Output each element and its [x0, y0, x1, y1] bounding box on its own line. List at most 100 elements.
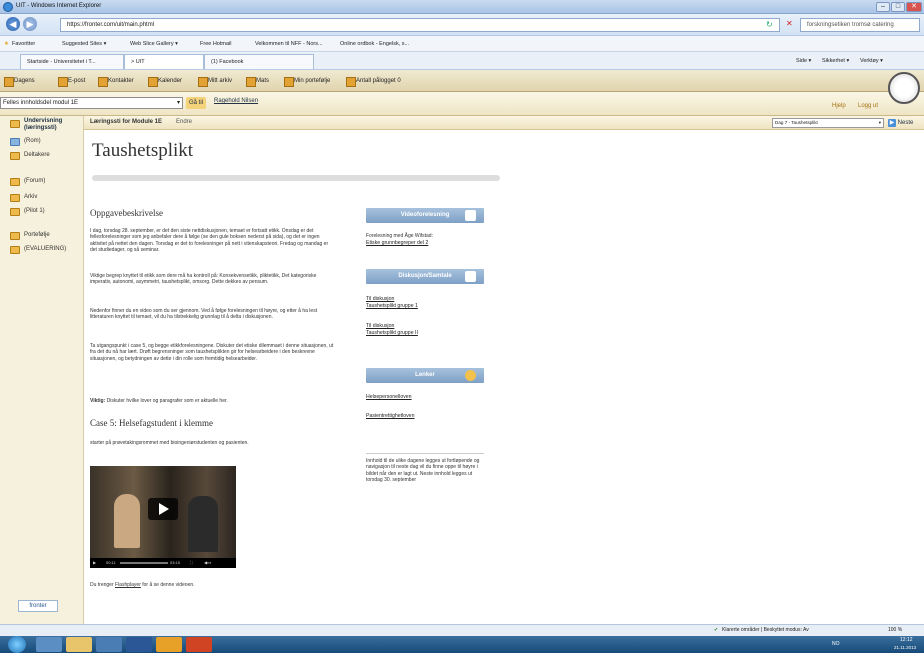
help-link[interactable]: Hjelp	[832, 103, 846, 109]
nav-kalender[interactable]: Kalender	[148, 70, 182, 92]
favorite-link[interactable]: Velkommen til NFF - Nors...	[255, 36, 323, 52]
logout-link[interactable]: Logg ut	[858, 103, 878, 109]
sidebar-item-pilot[interactable]: (Pilot 1)	[10, 208, 45, 216]
ie-command-sikkerhet[interactable]: Sikkerhet ▾	[822, 52, 849, 70]
favorites-button[interactable]: Favoritter	[12, 36, 35, 52]
main-content: Taushetsplikt Oppgavebeskrivelse I dag, …	[84, 130, 924, 624]
video-player[interactable]: ▶ 00:11 03:15 ⛶ ◀▪▪▪	[90, 466, 236, 568]
maximize-button[interactable]: □	[891, 2, 905, 12]
video-time-start: 00:11	[106, 560, 116, 565]
sidebar-item-label: Deltakere	[24, 152, 50, 158]
folder-icon	[10, 194, 20, 202]
sidebar-item-label: Arkiv	[24, 194, 38, 200]
stop-icon[interactable]: ✕	[786, 19, 793, 28]
edit-link[interactable]: Endre	[176, 119, 192, 125]
discussion-link[interactable]: Til diskusjon	[366, 296, 394, 303]
search-input[interactable]: forskningsetiken tromsø catering	[800, 18, 920, 32]
forward-button[interactable]: ▶	[23, 17, 37, 31]
tab-facebook[interactable]: (1) Facebook	[204, 54, 314, 69]
nav-online-count: Antall pålogget 0	[346, 70, 401, 92]
sidebar-item-portefolje[interactable]: Portefølje	[10, 232, 50, 240]
clock-time: 12:12	[900, 637, 913, 643]
discussion-link[interactable]: Til diskusjon	[366, 323, 394, 330]
flashplayer-link[interactable]: Flashplayer	[115, 582, 141, 588]
go-button[interactable]: Gå til	[186, 97, 207, 109]
nav-epost[interactable]: E-post	[58, 70, 85, 92]
taskbar-media-icon[interactable]	[96, 637, 122, 652]
university-seal-icon	[888, 72, 920, 104]
discussion-group-link[interactable]: Taushetsplikt gruppe 1	[366, 303, 418, 310]
address-bar: ◀ ▶ https://fronter.com/uit/main.phtml ↻…	[0, 14, 924, 36]
url-input[interactable]: https://fronter.com/uit/main.phtml	[60, 18, 780, 32]
nav-kontakter[interactable]: Kontakter	[98, 70, 134, 92]
nav-mats[interactable]: Mats	[246, 70, 269, 92]
discussion-group-link[interactable]: Taushetsplikt gruppe II	[366, 330, 418, 337]
important-text: Diskuter hvilke lover og paragrafer som …	[105, 398, 228, 404]
links-header: Lenker	[366, 368, 484, 383]
note-divider	[366, 453, 484, 454]
discussion-title: Diskusjon/Samtale	[398, 273, 452, 279]
taskbar-powerpoint-icon[interactable]	[186, 637, 212, 652]
sidebar-item-arkiv[interactable]: Arkiv	[10, 194, 38, 202]
case-text: starter på prøvetakingsrommet med bioing…	[90, 440, 249, 446]
sidebar-item-rom[interactable]: (Rom)	[10, 138, 41, 146]
folder-icon	[10, 208, 20, 216]
nav-dagens[interactable]: Dagens	[4, 70, 35, 92]
ie-command-side[interactable]: Side ▾	[796, 52, 811, 70]
window-title: UIT - Windows Internet Explorer	[16, 3, 102, 9]
favorite-link[interactable]: Online ordbok - Engelsk, s...	[340, 36, 409, 52]
video-play-button[interactable]: ▶	[93, 558, 96, 568]
important-note: Viktig: Diskuter hvilke lover og paragra…	[90, 398, 336, 404]
folder-icon	[10, 120, 20, 128]
favorites-bar: ★ Favoritter Suggested Sites ▾ Web Slice…	[0, 36, 924, 52]
law-link[interactable]: Helsepersonelloven	[366, 394, 412, 401]
volume-icon[interactable]: ◀▪▪▪	[204, 558, 211, 568]
start-button[interactable]	[8, 636, 26, 653]
day-select[interactable]: Dag 7 - Taushetsplikt ▾	[772, 118, 884, 128]
sidebar-item-evaluering[interactable]: (EVALUERING)	[10, 246, 66, 254]
close-button[interactable]: ✕	[906, 2, 922, 12]
go-button-label: Gå til	[189, 100, 204, 106]
minimize-button[interactable]: –	[876, 2, 890, 12]
ie-icon	[3, 2, 13, 12]
refresh-icon[interactable]: ↻	[766, 20, 773, 29]
nav-mitt-arkiv[interactable]: Mitt arkiv	[198, 70, 232, 92]
ie-command-verktoy[interactable]: Verktøy ▾	[860, 52, 883, 70]
fullscreen-icon[interactable]: ⛶	[190, 558, 193, 568]
projector-icon	[465, 210, 476, 221]
taskbar-ie-icon[interactable]	[36, 637, 62, 652]
sidebar-item-deltakere[interactable]: Deltakere	[10, 152, 50, 160]
video-lecture-link[interactable]: Etiske grunnbegreper del 2	[366, 240, 428, 247]
tab-startside[interactable]: Startside - Universitetet i T...	[20, 54, 124, 69]
page-title: Taushetsplikt	[92, 140, 194, 161]
taskbar-word-icon[interactable]	[126, 637, 152, 652]
check-icon: ✔	[714, 627, 719, 633]
paragraph: Ta utgangspunkt i case 5, og begge etikk…	[90, 343, 334, 362]
flash-notice: Du trenger Flashplayer for å se denne vi…	[90, 582, 336, 588]
sidebar-item-label: Portefølje	[24, 232, 50, 238]
language-indicator[interactable]: NO	[832, 641, 840, 647]
module-select[interactable]: Felles innholdsdel modul 1E ▾	[0, 97, 183, 109]
sidebar-item-undervisning[interactable]: Undervisning (læringssti)	[10, 118, 80, 132]
next-button[interactable]: ▶ Neste	[888, 118, 913, 128]
module-bar: Felles innholdsdel modul 1E ▾ Gå til Rag…	[0, 72, 924, 116]
note-text: Innhold til de ulike dagene legges ut fo…	[366, 458, 480, 484]
play-icon[interactable]	[148, 498, 178, 520]
module-select-value: Felles innholdsdel modul 1E	[3, 100, 79, 106]
window-titlebar: UIT - Windows Internet Explorer – □ ✕	[0, 0, 924, 14]
module-link[interactable]: Ragehold Nilsen	[214, 98, 258, 104]
nav-portefolje[interactable]: Min portefølje	[284, 70, 330, 92]
law-link[interactable]: Pasientrettighetloven	[366, 413, 414, 420]
favorite-link[interactable]: Suggested Sites ▾	[62, 36, 106, 52]
tab-uit[interactable]: > UIT	[124, 54, 204, 69]
flash-post: for å se denne videoen.	[140, 582, 195, 588]
person-left	[114, 494, 140, 548]
taskbar-outlook-icon[interactable]	[156, 637, 182, 652]
taskbar-explorer-icon[interactable]	[66, 637, 92, 652]
zoom-level[interactable]: 100 %	[888, 625, 902, 636]
sidebar-item-forum[interactable]: (Forum)	[10, 178, 45, 186]
favorite-link[interactable]: Free Hotmail	[200, 36, 231, 52]
video-seek-bar[interactable]	[120, 562, 168, 564]
favorite-link[interactable]: Web Slice Gallery ▾	[130, 36, 178, 52]
back-button[interactable]: ◀	[6, 17, 20, 31]
